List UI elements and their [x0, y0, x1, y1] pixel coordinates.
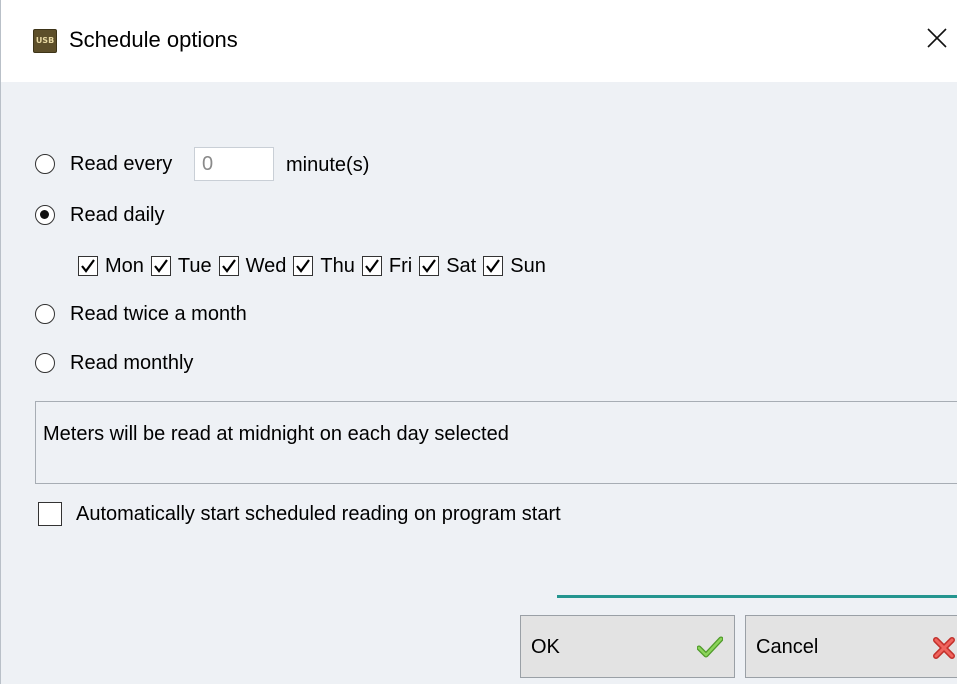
auto-start-option[interactable]: Automatically start scheduled reading on…: [38, 499, 561, 529]
accent-line: [557, 595, 957, 598]
usb-app-icon: USB: [33, 29, 57, 53]
read-monthly-radio[interactable]: [35, 353, 55, 373]
day-label: Fri: [388, 254, 413, 277]
day-wed[interactable]: Wed: [218, 254, 287, 278]
info-text: Meters will be read at midnight on each …: [43, 423, 509, 445]
day-label: Sun: [510, 254, 546, 277]
fri-checkbox[interactable]: [361, 256, 382, 276]
mon-checkbox[interactable]: [78, 256, 98, 276]
sun-checkbox[interactable]: [483, 256, 504, 276]
day-sun[interactable]: Sun: [483, 255, 546, 278]
read-twice-monthly-radio[interactable]: [35, 304, 55, 324]
day-tue[interactable]: Tue: [150, 254, 212, 278]
checkmark-icon: [697, 636, 723, 658]
close-button[interactable]: [917, 16, 957, 64]
minutes-unit-label: minute(s): [286, 154, 370, 176]
days-of-week: Mon Tue Wed Thu Fri Sat Sun: [78, 251, 553, 281]
cancel-label: Cancel: [756, 636, 819, 658]
read-twice-monthly-option[interactable]: Read twice a month: [35, 299, 247, 329]
day-label: Tue: [177, 254, 212, 277]
app-icon-text: USB: [35, 36, 55, 45]
thu-checkbox[interactable]: [293, 256, 314, 276]
day-mon[interactable]: Mon: [78, 255, 144, 278]
read-every-label: Read every: [70, 152, 173, 175]
check-icon: [81, 259, 95, 273]
auto-start-label: Automatically start scheduled reading on…: [76, 502, 561, 525]
read-daily-label: Read daily: [70, 203, 165, 226]
sat-checkbox[interactable]: [419, 256, 440, 276]
check-icon: [221, 259, 236, 273]
wed-checkbox[interactable]: [218, 256, 239, 276]
window-title: Schedule options: [69, 27, 238, 52]
read-every-radio[interactable]: [35, 154, 55, 174]
auto-start-checkbox[interactable]: [38, 502, 62, 526]
check-icon: [422, 259, 437, 273]
title-bar: USB Schedule options: [1, 0, 957, 82]
cancel-button[interactable]: Cancel: [745, 615, 957, 678]
close-icon: [927, 28, 947, 48]
read-daily-radio[interactable]: [35, 205, 55, 225]
day-label: Thu: [320, 254, 355, 277]
read-monthly-option[interactable]: Read monthly: [35, 348, 193, 378]
minutes-input[interactable]: [194, 147, 274, 181]
ok-button[interactable]: OK: [520, 615, 735, 678]
check-icon: [154, 259, 168, 273]
info-panel: Meters will be read at midnight on each …: [35, 401, 957, 484]
read-monthly-label: Read monthly: [70, 351, 194, 374]
day-label: Mon: [105, 254, 144, 277]
check-icon: [365, 259, 379, 273]
check-icon: [486, 259, 501, 273]
tue-checkbox[interactable]: [150, 256, 171, 276]
ok-label: OK: [531, 636, 560, 658]
read-twice-monthly-label: Read twice a month: [70, 302, 247, 325]
day-thu[interactable]: Thu: [293, 254, 355, 278]
day-sat[interactable]: Sat: [419, 255, 476, 278]
schedule-options-dialog: USB Schedule options Read every minute(s…: [0, 0, 957, 684]
red-x-icon: [933, 637, 955, 659]
day-fri[interactable]: Fri: [361, 254, 413, 278]
check-icon: [296, 259, 311, 273]
day-label: Wed: [245, 254, 287, 277]
read-every-option[interactable]: Read every: [35, 149, 172, 179]
day-label: Sat: [446, 254, 477, 277]
read-daily-option[interactable]: Read daily: [35, 200, 165, 230]
